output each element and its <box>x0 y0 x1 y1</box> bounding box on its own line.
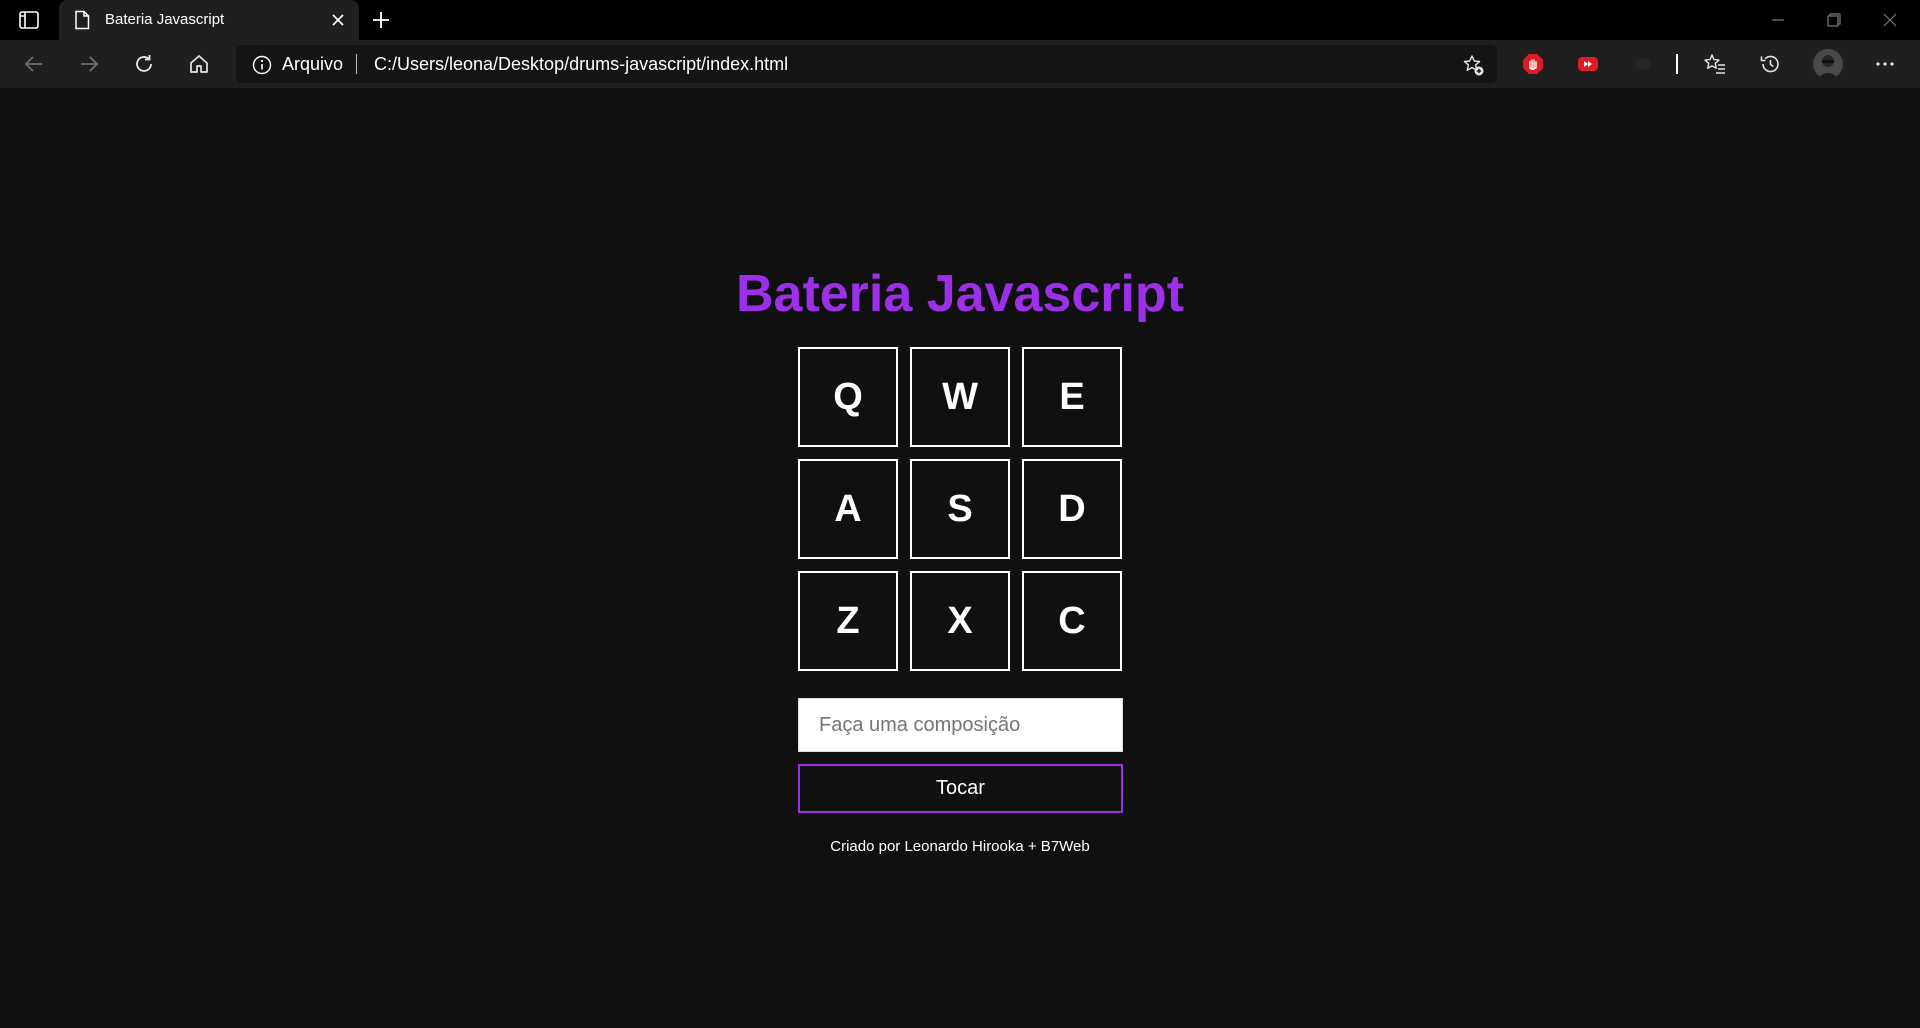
browser-toolbar: Arquivo C:/Users/leona/Desktop/drums-jav… <box>0 40 1920 88</box>
page-icon <box>73 10 91 30</box>
toolbar-divider <box>1676 54 1678 74</box>
play-button[interactable]: Tocar <box>798 764 1123 813</box>
address-bar[interactable]: Arquivo C:/Users/leona/Desktop/drums-jav… <box>236 45 1497 83</box>
back-arrow-icon[interactable] <box>22 52 46 76</box>
page-title: Bateria Javascript <box>735 265 1185 323</box>
tab-actions-icon[interactable] <box>18 10 40 30</box>
drum-key-d[interactable]: D <box>1022 459 1122 559</box>
address-separator <box>356 54 357 74</box>
favorites-icon[interactable] <box>1703 52 1727 76</box>
minimize-icon[interactable] <box>1766 8 1790 32</box>
drum-key-w[interactable]: W <box>910 347 1010 447</box>
drum-key-e[interactable]: E <box>1022 347 1122 447</box>
restore-icon[interactable] <box>1822 8 1846 32</box>
drum-key-a[interactable]: A <box>798 459 898 559</box>
footer-credit: Criado por Leonardo Hirooka + B7Web <box>830 838 1090 855</box>
drum-key-x[interactable]: X <box>910 571 1010 671</box>
drum-key-q[interactable]: Q <box>798 347 898 447</box>
home-icon[interactable] <box>187 52 211 76</box>
forward-arrow-icon[interactable] <box>77 52 101 76</box>
drum-key-c[interactable]: C <box>1022 571 1122 671</box>
site-info-label[interactable]: Arquivo <box>282 54 343 75</box>
page-body: Bateria Javascript Q W E A S D Z X C Toc… <box>0 88 1920 1028</box>
avatar[interactable] <box>1813 49 1843 79</box>
browser-titlebar: Bateria Javascript <box>0 0 1920 40</box>
drum-key-z[interactable]: Z <box>798 571 898 671</box>
info-icon[interactable] <box>252 55 272 75</box>
youtube-extension-icon[interactable] <box>1576 52 1600 76</box>
extension-icon[interactable] <box>1631 52 1655 76</box>
plus-icon[interactable] <box>369 8 393 32</box>
refresh-icon[interactable] <box>132 52 156 76</box>
close-icon[interactable] <box>329 11 347 29</box>
star-add-icon[interactable] <box>1461 53 1485 77</box>
history-icon[interactable] <box>1758 52 1782 76</box>
window-close-icon[interactable] <box>1878 8 1902 32</box>
more-icon[interactable] <box>1873 52 1897 76</box>
url-text[interactable]: C:/Users/leona/Desktop/drums-javascript/… <box>374 54 788 75</box>
drum-key-s[interactable]: S <box>910 459 1010 559</box>
composition-input[interactable] <box>798 698 1123 752</box>
browser-tab[interactable]: Bateria Javascript <box>59 0 359 40</box>
tab-title: Bateria Javascript <box>105 11 225 28</box>
drum-keys-grid: Q W E A S D Z X C <box>798 347 1123 672</box>
adblock-extension-icon[interactable] <box>1521 52 1545 76</box>
